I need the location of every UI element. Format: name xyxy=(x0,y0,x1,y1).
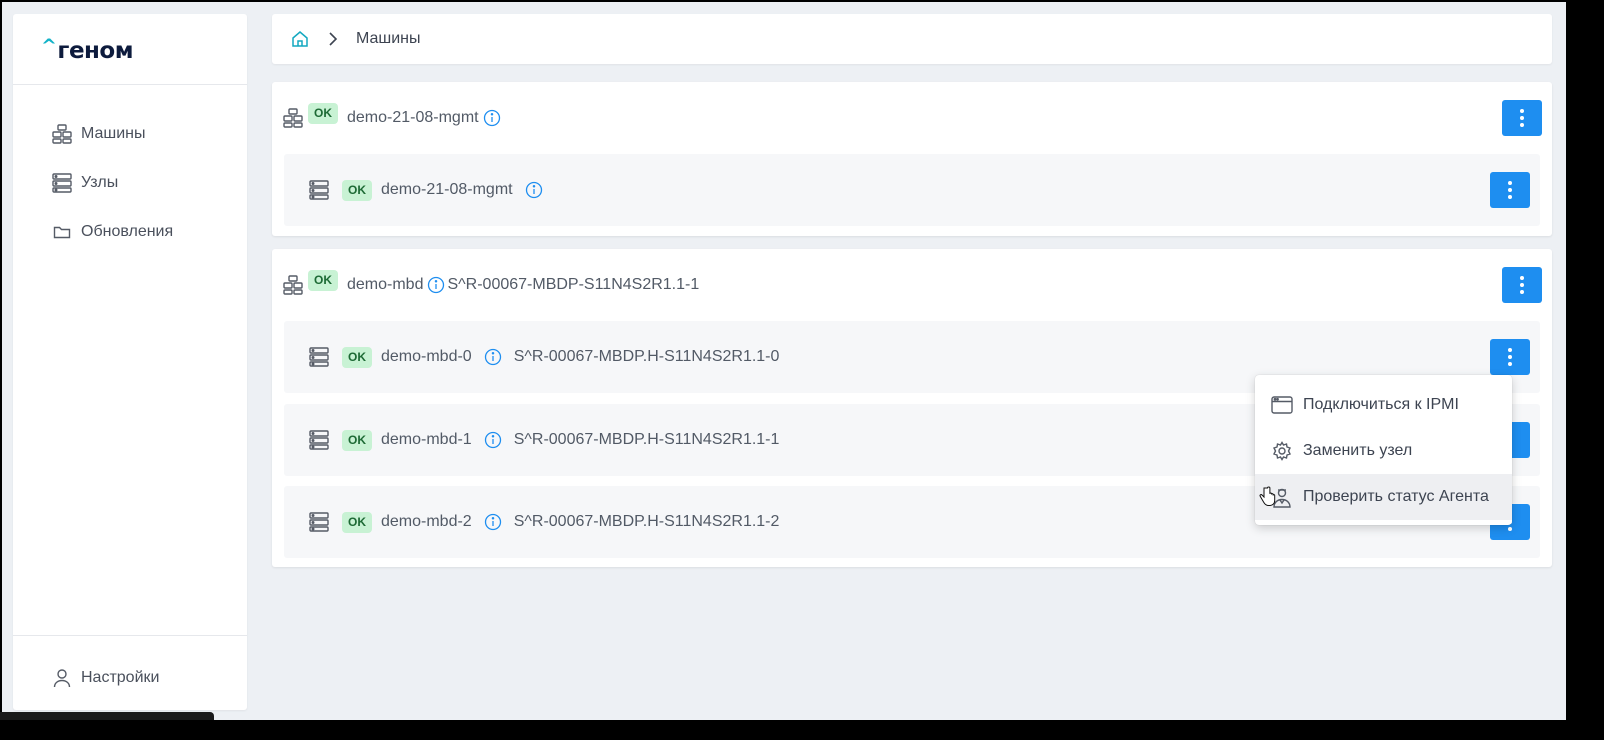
info-icon[interactable] xyxy=(427,276,445,294)
kebab-icon xyxy=(1520,108,1524,129)
logo: ^ геном xyxy=(41,35,134,64)
status-bar xyxy=(0,712,214,720)
nodes-icon xyxy=(308,346,330,368)
sidebar-item-updates[interactable]: Обновления xyxy=(51,220,173,244)
home-icon[interactable] xyxy=(290,29,310,49)
menu-item-connect-ipmi[interactable]: Подключиться к IPMI xyxy=(1255,382,1512,428)
info-icon[interactable] xyxy=(484,513,502,531)
sidebar-item-settings[interactable]: Настройки xyxy=(51,666,159,690)
machine-name[interactable]: demo-mbd xyxy=(347,276,423,294)
menu-item-check-agent-status[interactable]: Проверить статус Агента xyxy=(1255,474,1512,520)
node-serial: S^R-00067-MBDP.H-S11N4S2R1.1-2 xyxy=(513,513,780,530)
status-badge: OK xyxy=(342,346,372,368)
machines-icon xyxy=(282,274,304,296)
sidebar-item-label: Настройки xyxy=(81,669,160,686)
nodes-icon xyxy=(51,172,73,194)
sidebar-divider-top xyxy=(13,84,247,85)
folder-icon xyxy=(51,221,73,243)
browser-window-icon xyxy=(1271,394,1293,416)
machine-serial: S^R-00067-MBDP-S11N4S2R1.1-1 xyxy=(447,276,700,293)
sidebar-item-label: Машины xyxy=(81,125,146,142)
sidebar-item-label: Обновления xyxy=(81,223,174,240)
machine-card: OK demo-21-08-mgmt OK demo-21-08-mgmt xyxy=(272,82,1552,236)
user-icon xyxy=(51,667,73,689)
node-name[interactable]: demo-mbd-1 xyxy=(381,431,472,449)
status-badge: OK xyxy=(308,102,338,124)
status-badge: OK xyxy=(308,269,338,291)
kebab-icon xyxy=(1508,180,1512,201)
status-badge: OK xyxy=(342,429,372,451)
machine-header: OK demo-mbd S^R-00067-MBDP-S11N4S2R1.1-1 xyxy=(282,267,699,303)
node-serial: S^R-00067-MBDP.H-S11N4S2R1.1-0 xyxy=(513,348,780,365)
status-badge: OK xyxy=(342,179,372,201)
nodes-icon xyxy=(308,179,330,201)
node-row: OK demo-21-08-mgmt xyxy=(284,154,1540,226)
machines-icon xyxy=(282,107,304,129)
node-serial: S^R-00067-MBDP.H-S11N4S2R1.1-1 xyxy=(513,431,780,448)
app-frame: ^ геном Машины Узлы Обновления Настройки… xyxy=(2,2,1566,720)
info-icon[interactable] xyxy=(484,348,502,366)
logo-caret: ^ xyxy=(41,35,57,57)
hand-cursor-icon xyxy=(1259,486,1276,506)
node-context-menu: Подключиться к IPMI Заменить узел Провер… xyxy=(1255,375,1512,525)
menu-item-label: Заменить узел xyxy=(1303,442,1413,459)
sidebar-item-label: Узлы xyxy=(81,174,119,191)
machines-icon xyxy=(51,123,73,145)
info-icon[interactable] xyxy=(525,181,543,199)
nodes-icon xyxy=(308,511,330,533)
node-name[interactable]: demo-mbd-0 xyxy=(381,348,472,366)
status-badge: OK xyxy=(342,511,372,533)
machine-menu-button[interactable] xyxy=(1502,267,1542,303)
sidebar-divider-bottom xyxy=(13,635,247,636)
node-name[interactable]: demo-21-08-mgmt xyxy=(381,181,513,199)
nodes-icon xyxy=(308,429,330,451)
menu-item-label: Проверить статус Агента xyxy=(1303,488,1489,505)
sidebar-item-nodes[interactable]: Узлы xyxy=(51,171,118,195)
kebab-icon xyxy=(1508,347,1512,368)
kebab-icon xyxy=(1520,275,1524,296)
info-icon[interactable] xyxy=(484,431,502,449)
menu-item-replace-node[interactable]: Заменить узел xyxy=(1255,428,1512,474)
logo-text: геном xyxy=(57,38,134,64)
chevron-right-icon xyxy=(328,32,338,46)
machine-name[interactable]: demo-21-08-mgmt xyxy=(347,109,479,127)
machine-header: OK demo-21-08-mgmt xyxy=(282,100,501,136)
sidebar-item-machines[interactable]: Машины xyxy=(51,122,146,146)
sidebar: ^ геном Машины Узлы Обновления Настройки xyxy=(13,14,247,710)
breadcrumb-current: Машины xyxy=(356,30,421,47)
gear-icon xyxy=(1271,440,1293,462)
info-icon[interactable] xyxy=(483,109,501,127)
node-name[interactable]: demo-mbd-2 xyxy=(381,513,472,531)
node-menu-button[interactable] xyxy=(1490,339,1530,375)
breadcrumb: Машины xyxy=(272,14,1552,64)
node-menu-button[interactable] xyxy=(1490,172,1530,208)
menu-item-label: Подключиться к IPMI xyxy=(1303,396,1459,413)
machine-menu-button[interactable] xyxy=(1502,100,1542,136)
